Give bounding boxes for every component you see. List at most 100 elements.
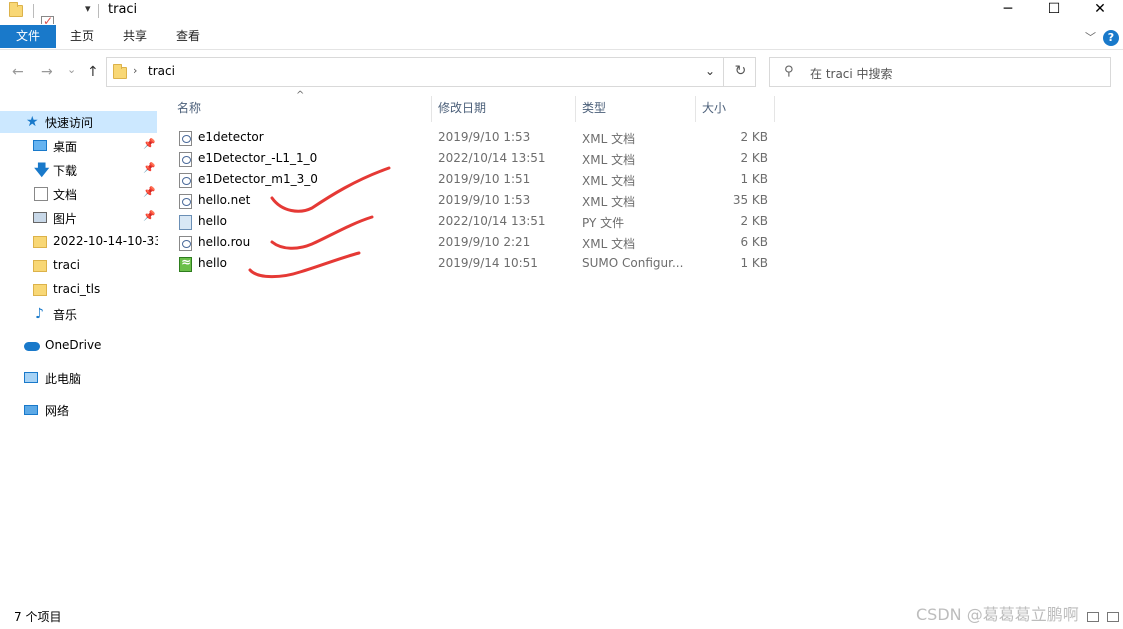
column-divider[interactable]	[695, 96, 696, 122]
sidebar-item-label: 下载	[53, 164, 78, 178]
sidebar-item-desktop[interactable]: 桌面 📌	[0, 135, 157, 157]
pin-icon[interactable]: 📌	[143, 163, 155, 174]
sidebar-item-label: traci	[53, 258, 80, 272]
file-row[interactable]: e1Detector_m1_3_0 2019/9/10 1:51 XML 文档 …	[176, 170, 776, 191]
sidebar-item-folder-2022[interactable]: 2022-10-14-10-33	[0, 231, 162, 253]
tab-share[interactable]: 共享	[123, 25, 147, 48]
sidebar-item-music[interactable]: ♪ 音乐	[0, 303, 157, 325]
sidebar-item-traci[interactable]: traci	[0, 255, 157, 277]
file-date: 2019/9/14 10:51	[438, 256, 538, 270]
file-name: e1Detector_m1_3_0	[198, 172, 318, 186]
file-type: XML 文档	[582, 132, 636, 146]
file-name: hello.net	[198, 193, 251, 207]
ribbon-tabs: 文件 主页 共享 查看 ﹀ ?	[0, 24, 1123, 50]
file-date: 2022/10/14 13:51	[438, 214, 546, 228]
xml-file-icon	[179, 236, 192, 251]
sidebar-item-label: traci_tls	[53, 282, 101, 296]
download-icon: 🡇	[34, 161, 50, 179]
sidebar-item-onedrive[interactable]: OneDrive	[0, 335, 157, 357]
xml-file-icon	[179, 173, 192, 188]
view-toggle	[1083, 611, 1119, 625]
file-row[interactable]: hello 2022/10/14 13:51 PY 文件 2 KB	[176, 212, 776, 233]
quick-access-dropdown-icon[interactable]: ▾	[85, 2, 91, 15]
column-header-date[interactable]: 修改日期	[434, 100, 576, 122]
close-button[interactable]: ✕	[1077, 0, 1123, 20]
sidebar-item-traci-tls[interactable]: traci_tls	[0, 279, 157, 301]
tab-home[interactable]: 主页	[70, 25, 94, 48]
search-input[interactable]: ⚲ 在 traci 中搜索	[769, 57, 1111, 87]
file-size: 1 KB	[740, 172, 768, 186]
file-row[interactable]: e1detector 2019/9/10 1:53 XML 文档 2 KB	[176, 128, 776, 149]
file-type: SUMO Configur...	[582, 256, 684, 270]
help-icon[interactable]: ?	[1103, 30, 1119, 46]
breadcrumb[interactable]: traci	[148, 64, 175, 78]
file-list: ^ 名称 修改日期 类型 大小 e1detector 2019/9/10 1:5…	[158, 90, 1123, 601]
sidebar-item-documents[interactable]: 文档 📌	[0, 183, 157, 205]
sidebar-item-downloads[interactable]: 🡇 下载 📌	[0, 159, 157, 181]
file-name: e1Detector_-L1_1_0	[198, 151, 318, 165]
divider	[98, 4, 99, 18]
tab-view[interactable]: 查看	[176, 25, 200, 48]
file-size: 2 KB	[740, 214, 768, 228]
column-divider[interactable]	[774, 96, 775, 122]
back-button[interactable]: ←	[12, 64, 24, 80]
column-header-type[interactable]: 类型	[578, 100, 696, 122]
folder-icon	[33, 260, 47, 272]
file-row[interactable]: e1Detector_-L1_1_0 2022/10/14 13:51 XML …	[176, 149, 776, 170]
up-button[interactable]: ↑	[87, 64, 99, 80]
file-name: hello.rou	[198, 235, 251, 249]
document-icon	[34, 187, 48, 201]
pin-icon[interactable]: 📌	[143, 139, 155, 150]
navigation-pane: ★ 快速访问 桌面 📌 🡇 下载 📌 文档 📌 图片 📌 2022-10-14-…	[0, 96, 162, 601]
address-dropdown-icon[interactable]: ⌄	[705, 64, 715, 78]
file-date: 2019/9/10 2:21	[438, 235, 531, 249]
file-date: 2019/9/10 1:53	[438, 130, 531, 144]
file-row[interactable]: hello.net 2019/9/10 1:53 XML 文档 35 KB	[176, 191, 776, 212]
breadcrumb-arrow-icon[interactable]: ›	[133, 64, 137, 77]
onedrive-icon	[24, 342, 40, 351]
sidebar-item-label: 音乐	[53, 308, 78, 322]
sidebar-item-network[interactable]: 网络	[0, 399, 157, 421]
sidebar-item-quick-access[interactable]: ★ 快速访问	[0, 111, 157, 133]
tab-file[interactable]: 文件	[0, 25, 56, 48]
navigation-bar: ← → ⌄ ↑ › traci ⌄ ↻ ⚲ 在 traci 中搜索	[0, 50, 1123, 96]
file-size: 2 KB	[740, 151, 768, 165]
minimize-button[interactable]: ─	[985, 0, 1031, 20]
column-header-name[interactable]: 名称	[173, 100, 431, 122]
large-icons-view-icon[interactable]	[1106, 612, 1119, 622]
file-date: 2022/10/14 13:51	[438, 151, 546, 165]
desktop-icon	[33, 140, 47, 151]
folder-icon[interactable]	[9, 2, 23, 17]
sidebar-item-label: OneDrive	[45, 338, 102, 352]
file-size: 6 KB	[740, 235, 768, 249]
sidebar-item-label: 网络	[45, 404, 70, 418]
pin-icon[interactable]: 📌	[143, 211, 155, 222]
expand-ribbon-icon[interactable]: ﹀	[1085, 29, 1096, 45]
sidebar-item-this-pc[interactable]: 此电脑	[0, 367, 157, 389]
sidebar-item-pictures[interactable]: 图片 📌	[0, 207, 157, 229]
sidebar-item-label: 桌面	[53, 140, 78, 154]
title-bar: ▾ traci ─ ☐ ✕	[0, 0, 1123, 43]
this-pc-icon	[24, 372, 38, 383]
column-divider[interactable]	[431, 96, 432, 122]
details-view-icon[interactable]	[1087, 612, 1099, 622]
pin-icon[interactable]: 📌	[143, 187, 155, 198]
column-divider[interactable]	[575, 96, 576, 122]
refresh-button[interactable]: ↻	[723, 57, 757, 87]
column-header-size[interactable]: 大小	[698, 100, 774, 122]
recent-locations-icon[interactable]: ⌄	[67, 63, 76, 76]
file-row[interactable]: hello 2019/9/14 10:51 SUMO Configur... 1…	[176, 254, 776, 275]
xml-file-icon	[179, 152, 192, 167]
item-count: 7 个项目	[14, 610, 62, 624]
music-icon: ♪	[35, 306, 44, 322]
divider	[33, 4, 34, 18]
file-row[interactable]: hello.rou 2019/9/10 2:21 XML 文档 6 KB	[176, 233, 776, 254]
maximize-button[interactable]: ☐	[1031, 0, 1077, 20]
file-type: XML 文档	[582, 237, 636, 251]
sidebar-item-label: 2022-10-14-10-33	[53, 234, 162, 248]
status-bar: 7 个项目 CSDN @葛葛葛立鹏啊	[0, 601, 1123, 629]
xml-file-icon	[179, 194, 192, 209]
file-size: 1 KB	[740, 256, 768, 270]
address-bar[interactable]: › traci ⌄	[106, 57, 756, 87]
forward-button[interactable]: →	[41, 64, 53, 80]
